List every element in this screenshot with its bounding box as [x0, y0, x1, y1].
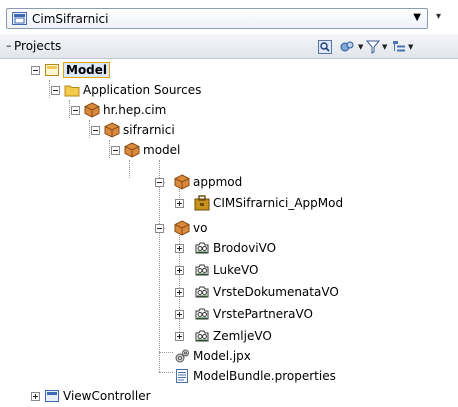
package-icon	[124, 142, 140, 158]
chevron-down-icon[interactable]: ▼	[413, 12, 421, 23]
package-icon	[174, 220, 190, 236]
project-icon	[44, 62, 60, 78]
tree-node-label: CIMSifrarnici_AppMod	[213, 196, 344, 210]
tree-node-view-object[interactable]: ZemljeVO	[194, 326, 272, 346]
tree-node-view-object[interactable]: VrsteDokumenataVO	[194, 282, 339, 302]
properties-file-icon	[174, 368, 190, 384]
sort-options-button[interactable]: ▼	[392, 39, 413, 55]
project-icon	[44, 388, 60, 404]
view-object-icon	[194, 306, 210, 322]
tree-node-label: hr.hep.cim	[103, 103, 167, 117]
tree-node-label: Application Sources	[83, 83, 202, 97]
tree-node-label: Model	[63, 62, 111, 78]
project-icon	[12, 12, 27, 28]
tree-node-package-model[interactable]: model	[124, 140, 180, 160]
collapse-toggle[interactable]	[51, 86, 60, 95]
collapse-toggle[interactable]	[91, 126, 100, 135]
tree-node-label: appmod	[193, 175, 243, 189]
tree-node-model-bundle[interactable]: ModelBundle.properties	[174, 366, 336, 386]
expand-toggle[interactable]	[175, 244, 184, 253]
expand-toggle[interactable]	[175, 288, 184, 297]
expand-toggle[interactable]	[175, 199, 184, 208]
tree-node-label: LukeVO	[213, 263, 259, 277]
working-sets-icon	[340, 41, 354, 52]
search-button[interactable]	[318, 39, 332, 55]
collapse-toggle[interactable]	[111, 146, 120, 155]
working-sets-button[interactable]: ▼	[340, 39, 363, 55]
view-object-icon	[194, 262, 210, 278]
collapse-toggle[interactable]	[155, 178, 164, 187]
project-tree: Model Application Sources hr.hep.cim sif…	[0, 60, 458, 403]
tree-node-model-jpx[interactable]: Model.jpx	[174, 346, 251, 366]
tree-node-label: Model.jpx	[193, 349, 251, 363]
tree-node-label: vo	[193, 221, 208, 235]
expand-toggle[interactable]	[175, 310, 184, 319]
tree-node-model[interactable]: Model	[44, 60, 111, 80]
package-icon	[104, 122, 120, 138]
chevron-down-icon: ▼	[382, 43, 388, 51]
tree-node-label: ModelBundle.properties	[193, 369, 336, 383]
tree-node-application-sources[interactable]: Application Sources	[64, 80, 201, 100]
chevron-down-icon: ▼	[408, 43, 414, 51]
panel-title: Projects	[14, 39, 62, 53]
tree-node-view-object[interactable]: BrodoviVO	[194, 238, 276, 258]
search-icon	[318, 40, 332, 54]
package-icon	[84, 102, 100, 118]
tree-node-package-vo[interactable]: vo	[174, 218, 207, 238]
tree-node-package-hr-hep-cim[interactable]: hr.hep.cim	[84, 100, 166, 120]
tree-node-view-object[interactable]: LukeVO	[194, 260, 258, 280]
tree-node-package-appmod[interactable]: appmod	[174, 172, 242, 192]
expand-toggle[interactable]	[175, 266, 184, 275]
collapse-toggle[interactable]	[155, 224, 164, 233]
panel-menu-chevron-icon[interactable]: ▾	[436, 11, 441, 22]
tree-node-label: VrsteDokumenataVO	[213, 285, 339, 299]
view-object-icon	[194, 284, 210, 300]
collapse-panel-icon[interactable]: –	[6, 39, 12, 52]
collapse-toggle[interactable]	[31, 66, 40, 75]
project-selector[interactable]: CimSifrarnici ▼	[6, 8, 428, 29]
tree-node-package-sifrarnici[interactable]: sifrarnici	[104, 120, 175, 140]
tree-node-app-module[interactable]: CIMSifrarnici_AppMod	[194, 193, 343, 213]
jpx-config-icon	[174, 348, 190, 364]
package-icon	[174, 174, 190, 190]
tree-node-view-object[interactable]: VrstePartneraVO	[194, 304, 313, 324]
filter-icon	[366, 40, 380, 54]
app-module-icon	[194, 195, 210, 211]
project-selector-value: CimSifrarnici	[32, 12, 109, 26]
folder-icon	[64, 82, 80, 98]
sort-options-icon	[393, 41, 405, 52]
chevron-down-icon: ▼	[358, 43, 364, 51]
expand-toggle[interactable]	[175, 332, 184, 341]
tree-node-label: BrodoviVO	[213, 241, 277, 255]
view-object-icon	[194, 240, 210, 256]
tree-node-label: model	[143, 143, 181, 157]
tree-node-label: ZemljeVO	[213, 329, 272, 343]
view-object-icon	[194, 328, 210, 344]
tree-node-label: ViewController	[63, 389, 151, 403]
tree-node-view-controller[interactable]: ViewController	[44, 386, 151, 406]
collapse-toggle[interactable]	[71, 106, 80, 115]
filter-button[interactable]: ▼	[366, 39, 387, 55]
projects-panel-header: – Projects ▼ ▼ ▼	[0, 34, 458, 59]
tree-node-label: VrstePartneraVO	[213, 307, 313, 321]
tree-node-label: sifrarnici	[123, 123, 175, 137]
